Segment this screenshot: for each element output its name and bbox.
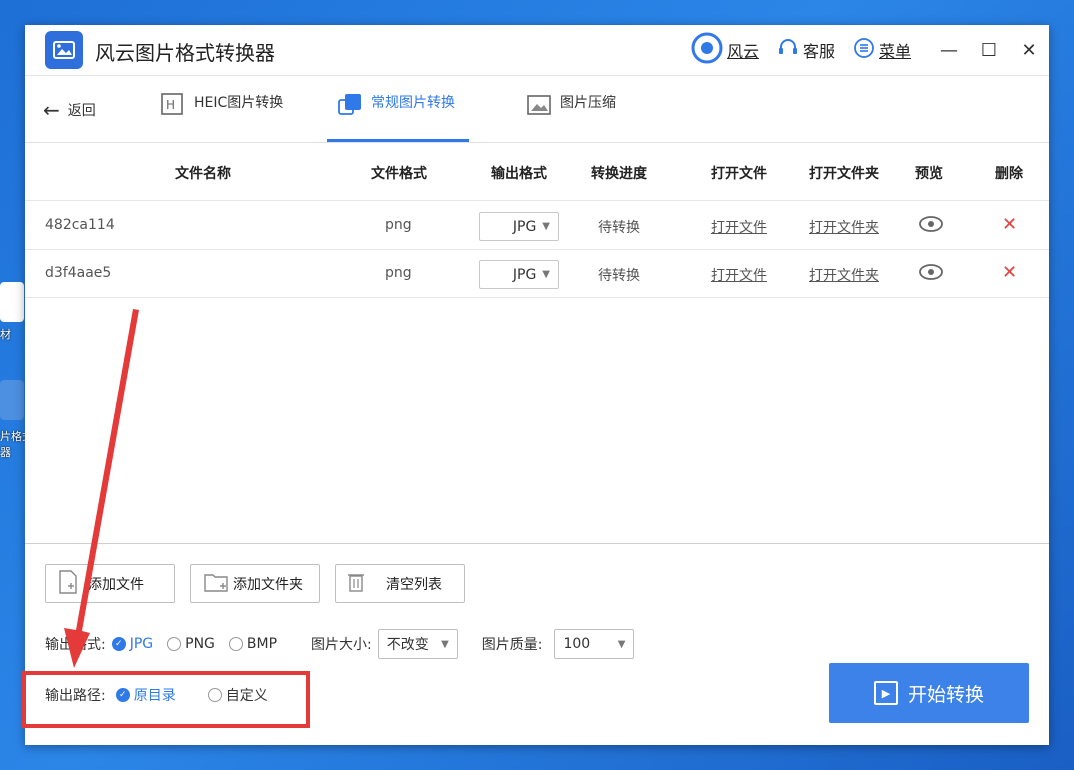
output-format-value: JPG <box>512 266 537 283</box>
menu-label: 菜单 <box>878 42 911 61</box>
tab-heic[interactable]: H HEIC图片转换 <box>160 92 283 142</box>
svg-text:H: H <box>166 98 175 112</box>
image-quality-select[interactable]: 100 ▼ <box>554 629 635 659</box>
fengyun-logo-icon <box>691 32 723 68</box>
headset-icon <box>777 37 799 63</box>
caret-down-icon: ▼ <box>542 269 550 280</box>
eye-icon[interactable] <box>918 214 944 238</box>
delete-icon[interactable]: ✕ <box>1002 214 1017 235</box>
open-file-link[interactable]: 打开文件 <box>711 265 767 285</box>
title-bar: 风云图片格式转换器 风云 客服 菜单 — ☐ ✕ <box>25 25 1049 75</box>
add-file-icon <box>58 569 78 599</box>
tab-regular-convert[interactable]: 常规图片转换 <box>337 92 455 142</box>
app-window: 风云图片格式转换器 风云 客服 菜单 — ☐ ✕ ← 返回 H HEIC图片转换… <box>25 25 1049 745</box>
clear-list-label: 清空列表 <box>386 576 442 593</box>
back-label: 返回 <box>67 103 96 119</box>
header-output-format: 输出格式 <box>491 166 547 182</box>
radio-label: JPG <box>129 636 154 652</box>
service-button[interactable]: 客服 <box>777 37 835 63</box>
desktop-icon[interactable] <box>0 380 24 420</box>
convert-icon <box>337 92 363 122</box>
radio-label: PNG <box>185 636 215 652</box>
annotation-highlight-box <box>22 671 310 728</box>
file-format: png <box>385 265 412 281</box>
tab-bar: ← 返回 H HEIC图片转换 常规图片转换 图片压缩 <box>25 76 1049 142</box>
header-preview: 预览 <box>915 166 943 182</box>
output-format-select[interactable]: JPG ▼ <box>479 260 559 289</box>
zip-image-icon <box>526 92 552 122</box>
title-actions: 风云 客服 菜单 — ☐ ✕ <box>691 25 1049 75</box>
progress-status: 待转换 <box>598 220 640 236</box>
output-format-label: 输出格式: <box>45 637 106 653</box>
caret-down-icon: ▼ <box>441 638 449 650</box>
heic-icon: H <box>160 92 186 122</box>
open-folder-link[interactable]: 打开文件夹 <box>809 265 879 285</box>
tab-label: HEIC图片转换 <box>194 95 284 111</box>
desktop-icon-label: 材 <box>0 328 11 341</box>
radio-jpg[interactable]: ✓ JPG <box>111 636 154 652</box>
service-label: 客服 <box>802 42 835 61</box>
output-options-row: 输出格式: ✓ JPG PNG BMP 图片大小: 不改变 ▼ 图片质量: 10… <box>45 628 658 660</box>
minimize-button[interactable]: — <box>929 40 969 61</box>
add-file-button[interactable]: 添加文件 <box>45 564 175 603</box>
app-title: 风云图片格式转换器 <box>95 41 275 65</box>
add-file-label: 添加文件 <box>88 576 144 593</box>
image-size-label: 图片大小: <box>311 637 372 653</box>
caret-down-icon: ▼ <box>617 638 626 650</box>
caret-down-icon: ▼ <box>542 221 550 232</box>
header-open-file: 打开文件 <box>711 166 767 182</box>
image-size-select[interactable]: 不改变 ▼ <box>377 629 458 659</box>
close-button[interactable]: ✕ <box>1009 40 1049 61</box>
image-size-value: 不改变 <box>386 637 429 653</box>
header-delete: 删除 <box>995 166 1023 182</box>
output-format-value: JPG <box>512 218 537 235</box>
maximize-button[interactable]: ☐ <box>969 40 1009 61</box>
radio-label: BMP <box>246 636 278 652</box>
back-button[interactable]: ← 返回 <box>43 98 96 122</box>
image-quality-value: 100 <box>563 636 591 652</box>
check-icon: ✓ <box>111 637 126 651</box>
arrow-left-icon: ← <box>43 98 60 122</box>
tab-label: 常规图片转换 <box>371 95 455 111</box>
add-folder-button[interactable]: 添加文件夹 <box>190 564 320 603</box>
trash-icon <box>348 571 364 597</box>
file-name: d3f4aae5 <box>45 265 112 281</box>
tab-compress[interactable]: 图片压缩 <box>526 92 616 142</box>
radio-bmp[interactable]: BMP <box>228 636 278 652</box>
output-format-select[interactable]: JPG ▼ <box>479 212 559 241</box>
menu-button[interactable]: 菜单 <box>853 37 911 63</box>
image-quality-label: 图片质量: <box>481 637 543 653</box>
open-folder-link[interactable]: 打开文件夹 <box>809 217 879 237</box>
start-convert-button[interactable]: ▶ 开始转换 <box>829 663 1029 723</box>
progress-status: 待转换 <box>598 268 640 284</box>
radio-dot <box>167 637 182 651</box>
open-file-link[interactable]: 打开文件 <box>711 217 767 237</box>
eye-icon[interactable] <box>918 262 944 286</box>
header-open-folder: 打开文件夹 <box>809 166 879 182</box>
header-format: 文件格式 <box>371 166 427 182</box>
fengyun-label: 风云 <box>726 42 759 61</box>
header-progress: 转换进度 <box>591 166 647 182</box>
tab-label: 图片压缩 <box>560 95 616 111</box>
radio-dot <box>228 637 243 651</box>
radio-png[interactable]: PNG <box>167 636 215 652</box>
divider <box>25 543 1049 544</box>
fengyun-link[interactable]: 风云 <box>691 32 759 68</box>
clear-list-button[interactable]: 清空列表 <box>335 564 465 603</box>
add-folder-icon <box>203 571 229 597</box>
app-logo-icon <box>45 31 83 69</box>
header-filename: 文件名称 <box>175 166 231 182</box>
file-name: 482ca114 <box>45 217 115 233</box>
table-row: d3f4aae5 png JPG ▼ 待转换 打开文件 打开文件夹 ✕ <box>25 250 1049 298</box>
delete-icon[interactable]: ✕ <box>1002 262 1017 283</box>
menu-icon <box>853 37 875 63</box>
desktop-icon[interactable] <box>0 282 24 322</box>
file-format: png <box>385 217 412 233</box>
add-folder-label: 添加文件夹 <box>233 576 303 593</box>
table-row: 482ca114 png JPG ▼ 待转换 打开文件 打开文件夹 ✕ <box>25 202 1049 250</box>
start-convert-label: 开始转换 <box>907 683 984 706</box>
table-header: 文件名称 文件格式 输出格式 转换进度 打开文件 打开文件夹 预览 删除 <box>25 143 1049 201</box>
play-icon: ▶ <box>873 681 898 705</box>
desktop-icon-label: 器 <box>0 446 11 459</box>
